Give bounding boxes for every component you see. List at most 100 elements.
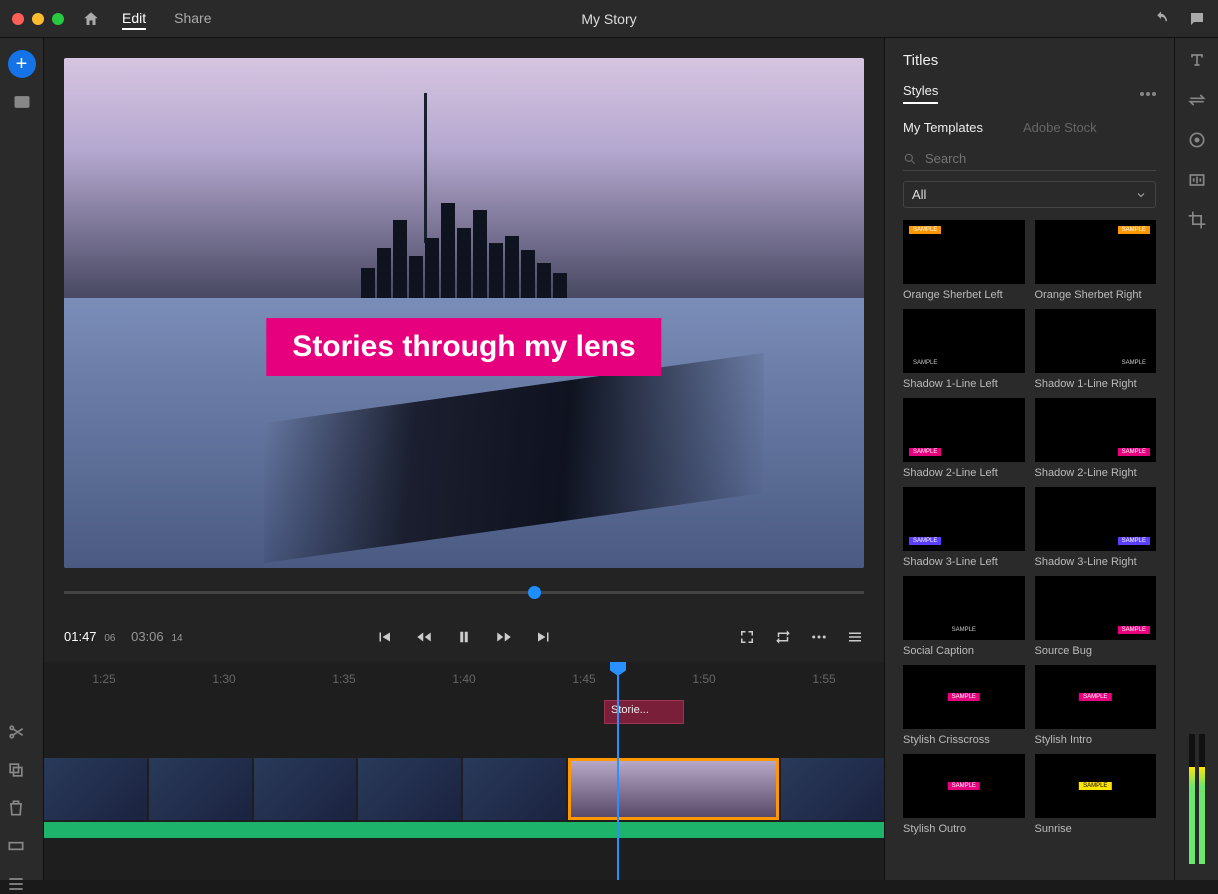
crop-icon[interactable] <box>1187 210 1207 230</box>
track-list-icon[interactable] <box>6 874 26 894</box>
search-field[interactable] <box>903 147 1156 171</box>
template-label: Orange Sherbet Right <box>1035 289 1157 301</box>
clip[interactable] <box>463 758 566 820</box>
template-label: Social Caption <box>903 645 1025 657</box>
maximize-window[interactable] <box>52 13 64 25</box>
home-icon[interactable] <box>82 10 100 28</box>
forward-icon[interactable] <box>495 628 513 646</box>
titlebar: Edit Share My Story <box>0 0 1218 38</box>
project-icon[interactable] <box>12 92 32 112</box>
minimize-window[interactable] <box>32 13 44 25</box>
ruler-mark: 1:30 <box>212 672 235 686</box>
template-grid: SAMPLEOrange Sherbet LeftSAMPLEOrange Sh… <box>885 220 1174 835</box>
template-card[interactable]: SAMPLESunrise <box>1035 754 1157 835</box>
center-area: Stories through my lens 01:47 06 03:06 1… <box>44 38 884 880</box>
clip[interactable] <box>781 758 884 820</box>
panel-header: Titles <box>885 52 1174 83</box>
playhead[interactable] <box>617 662 619 880</box>
template-label: Orange Sherbet Left <box>903 289 1025 301</box>
template-label: Source Bug <box>1035 645 1157 657</box>
template-label: Shadow 1-Line Right <box>1035 378 1157 390</box>
rewind-icon[interactable] <box>415 628 433 646</box>
template-card[interactable]: SAMPLEOrange Sherbet Right <box>1035 220 1157 301</box>
pause-icon[interactable] <box>455 628 473 646</box>
template-card[interactable]: SAMPLEStylish Intro <box>1035 665 1157 746</box>
add-button[interactable]: + <box>8 50 36 78</box>
undo-icon[interactable] <box>1152 10 1170 28</box>
window-controls <box>12 13 64 25</box>
trash-icon[interactable] <box>6 798 26 818</box>
ruler-mark: 1:50 <box>692 672 715 686</box>
tab-edit[interactable]: Edit <box>122 8 146 30</box>
loop-icon[interactable] <box>774 628 792 646</box>
clip[interactable] <box>149 758 252 820</box>
skip-forward-icon[interactable] <box>535 628 553 646</box>
timecode: 01:47 06 03:06 14 <box>64 629 183 645</box>
template-card[interactable]: SAMPLEShadow 1-Line Right <box>1035 309 1157 390</box>
ruler-mark: 1:40 <box>452 672 475 686</box>
tab-my-templates[interactable]: My Templates <box>903 120 983 135</box>
copy-icon[interactable] <box>6 760 26 780</box>
title-overlay[interactable]: Stories through my lens <box>266 318 661 376</box>
close-window[interactable] <box>12 13 24 25</box>
ruler-mark: 1:45 <box>572 672 595 686</box>
track-add-icon[interactable] <box>6 836 26 856</box>
document-title: My Story <box>581 11 636 27</box>
mode-tabs: Edit Share <box>122 8 211 30</box>
playhead-dot[interactable] <box>528 586 541 599</box>
clip-track <box>44 758 884 820</box>
template-card[interactable]: SAMPLESource Bug <box>1035 576 1157 657</box>
far-right-toolbar <box>1174 38 1218 880</box>
tab-adobe-stock[interactable]: Adobe Stock <box>1023 120 1097 135</box>
playback-controls: 01:47 06 03:06 14 <box>44 612 884 662</box>
template-label: Sunrise <box>1035 823 1157 835</box>
clip[interactable] <box>254 758 357 820</box>
audio-meters <box>1189 734 1205 864</box>
template-label: Stylish Crisscross <box>903 734 1025 746</box>
text-tool-icon[interactable] <box>1187 50 1207 70</box>
scissors-icon[interactable] <box>6 722 26 742</box>
template-card[interactable]: SAMPLEShadow 1-Line Left <box>903 309 1025 390</box>
template-card[interactable]: SAMPLEStylish Crisscross <box>903 665 1025 746</box>
panel-more-icon[interactable] <box>1140 92 1156 96</box>
audio-icon[interactable] <box>1187 170 1207 190</box>
progress-bar[interactable] <box>44 572 884 612</box>
title-clip[interactable]: Storie... <box>604 700 684 724</box>
template-card[interactable]: SAMPLEShadow 3-Line Right <box>1035 487 1157 568</box>
template-card[interactable]: SAMPLEShadow 3-Line Left <box>903 487 1025 568</box>
template-card[interactable]: SAMPLEShadow 2-Line Left <box>903 398 1025 479</box>
template-card[interactable]: SAMPLEShadow 2-Line Right <box>1035 398 1157 479</box>
audio-track[interactable] <box>44 822 884 838</box>
template-label: Shadow 1-Line Left <box>903 378 1025 390</box>
clip-selected[interactable] <box>568 758 780 820</box>
right-panel: Titles Styles My Templates Adobe Stock A… <box>884 38 1174 880</box>
search-input[interactable] <box>925 151 1156 166</box>
skip-back-icon[interactable] <box>375 628 393 646</box>
list-icon[interactable] <box>846 628 864 646</box>
tab-share[interactable]: Share <box>174 8 211 30</box>
filter-dropdown[interactable]: All <box>903 181 1156 208</box>
template-card[interactable]: SAMPLEOrange Sherbet Left <box>903 220 1025 301</box>
template-card[interactable]: SAMPLESocial Caption <box>903 576 1025 657</box>
template-label: Shadow 2-Line Right <box>1035 467 1157 479</box>
template-label: Shadow 2-Line Left <box>903 467 1025 479</box>
more-icon[interactable] <box>810 628 828 646</box>
template-label: Shadow 3-Line Left <box>903 556 1025 568</box>
clip[interactable] <box>44 758 147 820</box>
chevron-down-icon <box>1135 189 1147 201</box>
color-icon[interactable] <box>1187 130 1207 150</box>
comment-icon[interactable] <box>1188 10 1206 28</box>
fullscreen-icon[interactable] <box>738 628 756 646</box>
transform-icon[interactable] <box>1187 90 1207 110</box>
timeline[interactable]: 1:251:301:351:401:451:501:55 Storie... <box>44 662 884 880</box>
clip[interactable] <box>358 758 461 820</box>
template-card[interactable]: SAMPLEStylish Outro <box>903 754 1025 835</box>
ruler-mark: 1:25 <box>92 672 115 686</box>
panel-subtab[interactable]: Styles <box>903 83 938 104</box>
time-ruler: 1:251:301:351:401:451:501:55 <box>44 666 884 692</box>
template-label: Stylish Outro <box>903 823 1025 835</box>
template-label: Shadow 3-Line Right <box>1035 556 1157 568</box>
search-icon <box>903 152 917 166</box>
video-preview[interactable]: Stories through my lens <box>64 58 864 568</box>
template-label: Stylish Intro <box>1035 734 1157 746</box>
